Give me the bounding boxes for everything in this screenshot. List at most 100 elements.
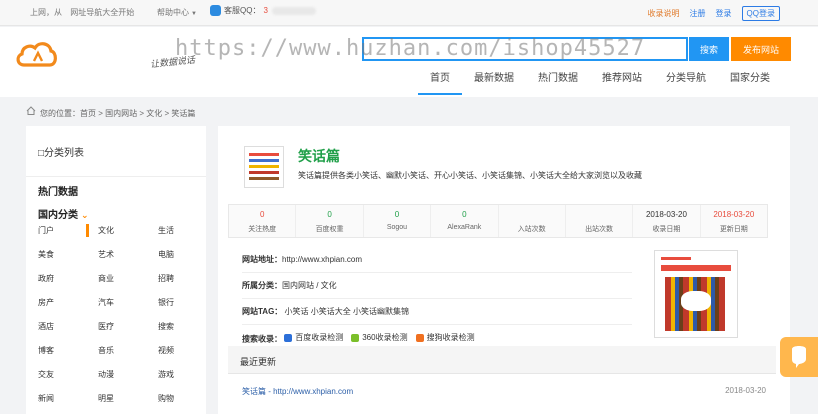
category-item[interactable]: 酒店 [38, 319, 98, 334]
category-item[interactable]: 博客 [38, 343, 98, 358]
category-item[interactable]: 游戏 [158, 367, 202, 382]
search-engine-icon [284, 333, 293, 342]
recent-updates-header: 最近更新 [228, 346, 776, 374]
category-item[interactable]: 商业 [98, 271, 158, 286]
breadcrumb: 您的位置：首页 > 国内网站 > 文化 > 笑话篇 [0, 97, 818, 125]
category-item[interactable]: 购物 [158, 391, 202, 406]
help-center-menu[interactable]: 帮助中心 ▼ [157, 7, 197, 18]
search-index-check-label: 搜狗收录检测 [426, 333, 475, 342]
category-item[interactable]: 电脑 [158, 247, 202, 262]
search-engine-icon [351, 333, 360, 342]
nav-recommended[interactable]: 推荐网站 [590, 73, 654, 95]
home-icon [26, 106, 36, 115]
site-title[interactable]: 笑话篇 [298, 146, 340, 166]
nav-latest[interactable]: 最新数据 [462, 73, 526, 95]
stat-cell: 2018-03-20 更新日期 [701, 205, 767, 237]
stat-cell: 0 Sogou [364, 205, 432, 237]
category-item[interactable]: 医疗 [98, 319, 158, 334]
site-url[interactable]: http://www.xhpian.com [282, 255, 362, 264]
category-sidebar: □分类列表 热门数据 国内分类 ⌄ 门户 文化 生活 美食 艺术 电脑 政府 商业 招聘 房产 汽车银… [26, 126, 206, 414]
top-bar: 上网，从 网址导航大全开始 帮助中心 ▼ 客服QQ： 3 收录说明 注册 登录 Q… [0, 0, 818, 26]
nav-countries[interactable]: 国家分类 [718, 73, 782, 95]
stat-cell: 0 关注热度 [229, 205, 297, 237]
stat-value: 0 [327, 210, 332, 219]
search-box[interactable] [362, 37, 688, 61]
collect-info-link[interactable]: 收录说明 [648, 8, 680, 19]
stat-value [499, 210, 565, 221]
category-item[interactable]: 银行 [158, 295, 202, 310]
sidebar-divider [26, 176, 206, 177]
category-item[interactable]: 汽车 [98, 295, 158, 310]
row-divider [242, 324, 632, 325]
category-item[interactable]: 招聘 [158, 271, 202, 286]
chevron-down-icon: ▼ [191, 11, 197, 17]
category-item[interactable]: 生活 [158, 223, 202, 238]
category-item[interactable]: 音乐 [98, 343, 158, 358]
stat-value: 2018-03-20 [645, 210, 687, 219]
register-link[interactable]: 注册 [690, 8, 706, 19]
qq-icon [210, 5, 221, 16]
tagline-part-1: 上网，从 [30, 8, 62, 17]
search-index-check[interactable]: 360收录检测 [351, 332, 408, 343]
category-item[interactable]: 动漫 [98, 367, 158, 382]
category-item[interactable]: 政府 [38, 271, 98, 286]
site-header: 让数据说话 搜索 发布网站 首页 最新数据 热门数据 推荐网站 分类导航 国家分… [0, 27, 818, 97]
search-index-check[interactable]: 搜狗收录检测 [415, 332, 475, 343]
sidebar-domestic[interactable]: 国内分类 ⌄ [38, 206, 89, 221]
slogan: 让数据说话 [149, 55, 196, 71]
site-category-label: 所属分类： [242, 281, 282, 290]
publish-site-button[interactable]: 发布网站 [731, 37, 791, 61]
qq-label: 客服QQ： [224, 6, 261, 15]
tagline-part-2: 网址导航大全开始 [70, 8, 135, 17]
stat-label: 出站次数 [585, 226, 614, 233]
category-item[interactable]: 明星 [98, 391, 158, 406]
category-item[interactable]: 新闻 [38, 391, 98, 406]
nav-home[interactable]: 首页 [418, 73, 462, 95]
category-item[interactable]: 房产 [38, 295, 98, 310]
top-tagline: 上网，从 网址导航大全开始 [30, 7, 140, 18]
login-link[interactable]: 登录 [716, 8, 732, 19]
site-tag[interactable]: 小笑话幽默集锦 [353, 307, 409, 316]
site-category[interactable]: 国内网站 / 文化 [282, 281, 337, 290]
recent-item-link[interactable]: 笑话篇 - http://www.xhpian.com [242, 386, 353, 397]
chat-float-button[interactable] [780, 337, 818, 377]
row-divider [242, 298, 632, 299]
qq-number-redacted [271, 6, 316, 15]
stat-label: Sogou [386, 224, 408, 231]
search-button[interactable]: 搜索 [689, 37, 729, 61]
stat-cell: 2018-03-20 收录日期 [633, 205, 701, 237]
site-url-label: 网站地址： [242, 255, 282, 264]
site-category-row: 所属分类：国内网站 / 文化 [242, 280, 632, 299]
stat-cell: 出站次数 [566, 205, 634, 237]
search-index-check[interactable]: 百度收录检测 [284, 332, 343, 343]
stat-label: 百度权重 [315, 226, 344, 233]
category-item[interactable]: 门户 [38, 223, 98, 238]
category-item[interactable]: 艺术 [98, 247, 158, 262]
category-item[interactable]: 交友 [38, 367, 98, 382]
category-item[interactable]: 搜索 [158, 319, 202, 334]
site-description: 笑话篇提供各类小笑话、幽默小笑话、开心小笑话、小笑话集锦、小笑话大全给大家浏览以… [298, 171, 642, 180]
sidebar-hot-data[interactable]: 热门数据 [38, 183, 78, 198]
search-input[interactable] [364, 39, 686, 59]
qq-login-link[interactable]: QQ登录 [741, 6, 780, 21]
category-grid: 门户 文化 生活美食 艺术 电脑政府 商业 招聘房产 汽车 银行酒店 医疗 搜索博客 音乐 视频交友 动漫… [38, 223, 202, 406]
category-item[interactable]: 视频 [158, 343, 202, 358]
search-index-label: 搜索收录： [242, 334, 282, 344]
site-tag[interactable]: 小笑话 [285, 307, 309, 316]
site-screenshot [654, 250, 738, 338]
cloud-logo-icon[interactable] [14, 39, 58, 69]
search-index-check-label: 百度收录检测 [295, 333, 344, 342]
category-item[interactable]: 文化 [86, 223, 158, 238]
category-item[interactable]: 美食 [38, 247, 98, 262]
site-tag[interactable]: 小笑话大全 [311, 307, 351, 316]
recent-updates-title: 最近更新 [240, 357, 277, 367]
nav-hot[interactable]: 热门数据 [526, 73, 590, 95]
nav-categories[interactable]: 分类导航 [654, 73, 718, 95]
chevron-down-icon: ⌄ [81, 210, 89, 220]
stat-value: 0 [394, 210, 400, 219]
qq-number: 3 [263, 6, 268, 15]
stat-cell: 0 百度权重 [296, 205, 364, 237]
row-divider [242, 272, 632, 273]
help-center-label: 帮助中心 [157, 8, 189, 17]
stat-label: 关注热度 [248, 226, 277, 233]
